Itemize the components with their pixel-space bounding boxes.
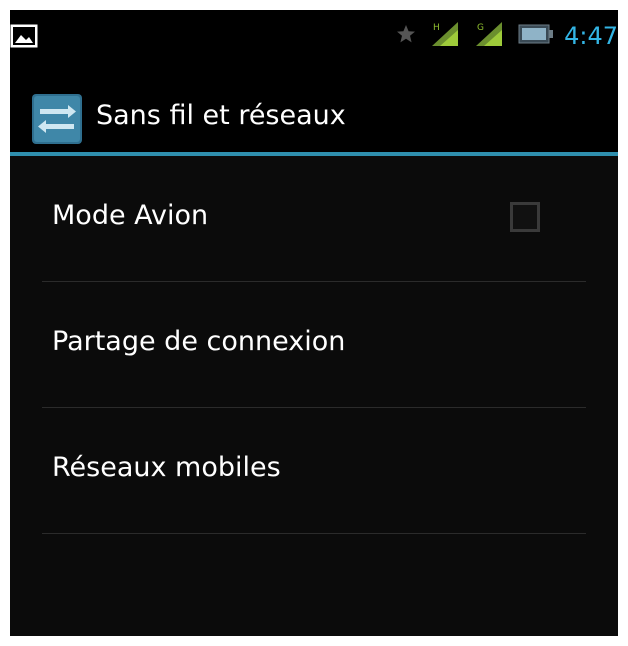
- gallery-icon: [10, 24, 38, 48]
- settings-icon[interactable]: [32, 94, 82, 144]
- clock: 4:47: [564, 22, 618, 50]
- settings-list: Mode Avion Partage de connexion Réseaux …: [10, 156, 618, 534]
- svg-text:H: H: [433, 23, 440, 33]
- signal-h-icon: H: [430, 20, 460, 52]
- list-item-label: Mode Avion: [52, 200, 209, 231]
- phone-screen: H G 4:47 Sans fil et réseaux Mode Avion …: [10, 10, 618, 636]
- star-icon: [396, 24, 416, 48]
- list-divider: [42, 533, 586, 534]
- action-bar: Sans fil et réseaux: [10, 72, 618, 152]
- list-item-mode-avion[interactable]: Mode Avion: [10, 156, 618, 282]
- list-item-label: Réseaux mobiles: [52, 452, 281, 483]
- status-icons: H G 4:47: [382, 20, 618, 52]
- page-title: Sans fil et réseaux: [96, 100, 346, 131]
- svg-text:G: G: [477, 23, 484, 33]
- airplane-mode-checkbox[interactable]: [510, 202, 540, 232]
- battery-icon: [518, 23, 554, 49]
- list-item-label: Partage de connexion: [52, 326, 346, 357]
- signal-g-icon: G: [474, 20, 504, 52]
- list-item-reseaux-mobiles[interactable]: Réseaux mobiles: [10, 408, 618, 534]
- list-item-partage-connexion[interactable]: Partage de connexion: [10, 282, 618, 408]
- status-bar: H G 4:47: [10, 10, 618, 72]
